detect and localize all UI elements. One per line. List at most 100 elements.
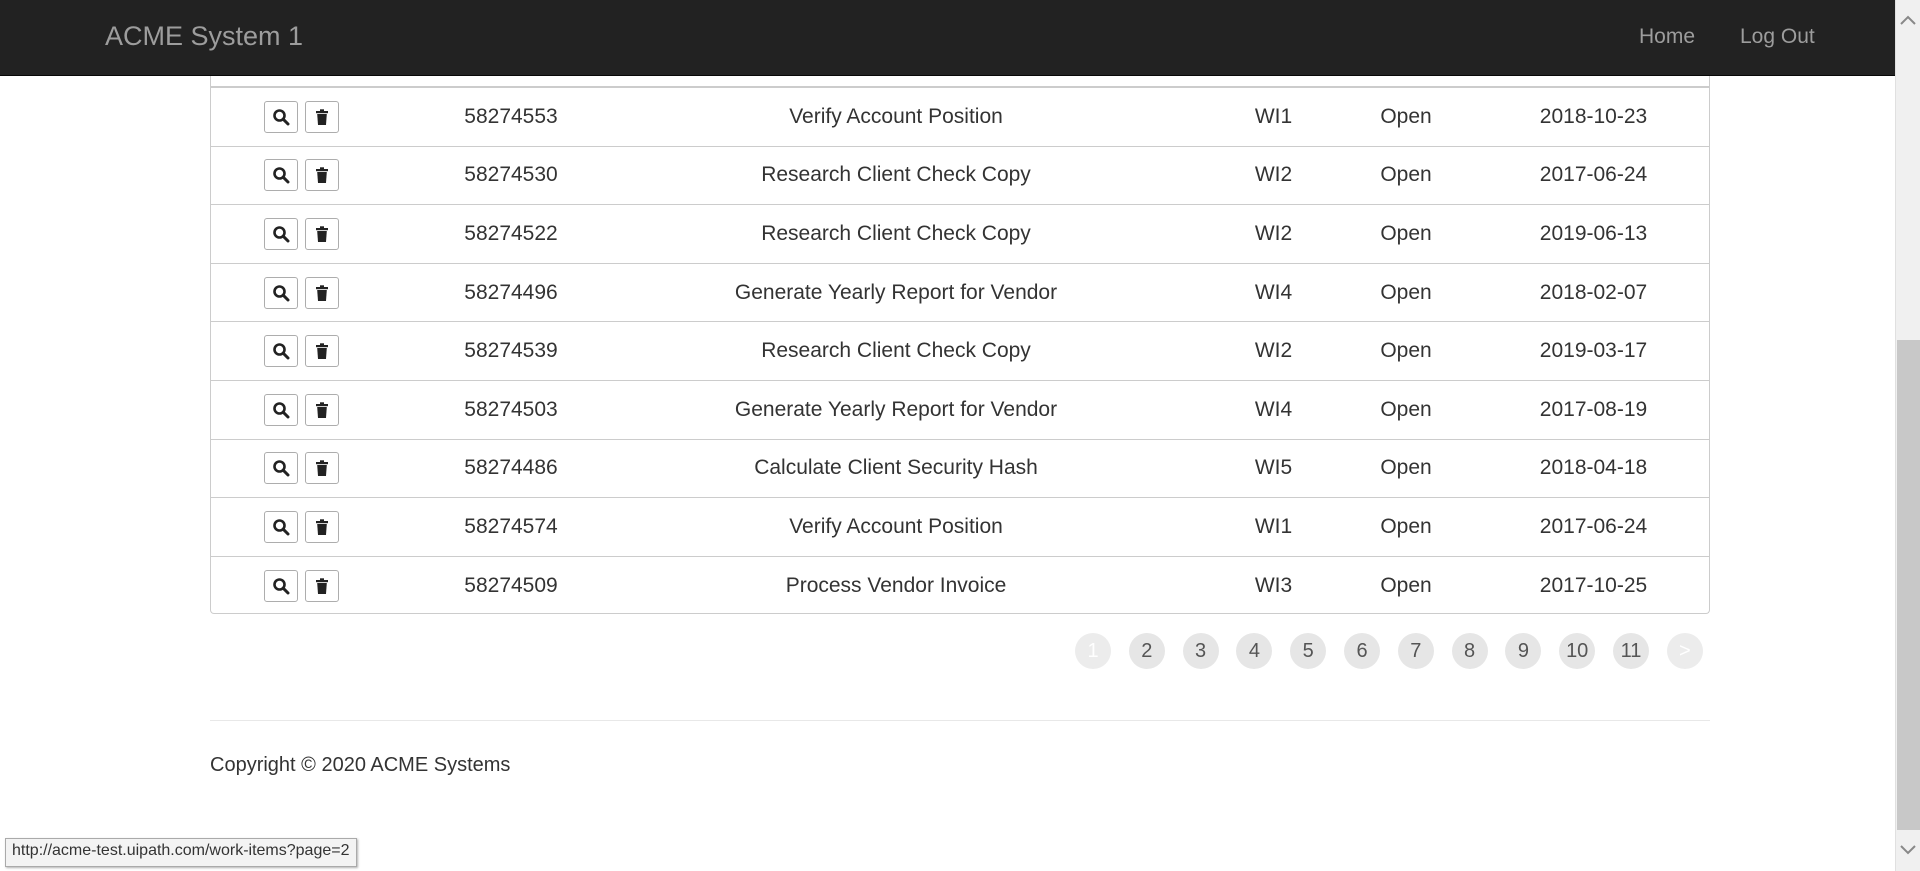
work-item-description: Research Client Check Copy bbox=[761, 221, 1031, 245]
pagination-next-button[interactable]: > bbox=[1666, 633, 1703, 669]
work-item-status: Open bbox=[1380, 397, 1432, 421]
work-item-status: Open bbox=[1380, 221, 1432, 245]
copyright-text: Copyright © 2020 ACME Systems bbox=[210, 754, 511, 776]
work-item-type: WI2 bbox=[1254, 339, 1293, 363]
work-item-date: 2017-06-24 bbox=[1539, 163, 1648, 187]
work-item-id: 58274530 bbox=[464, 163, 558, 187]
work-item-description: Generate Yearly Report for Vendor bbox=[734, 397, 1058, 421]
delete-button[interactable] bbox=[304, 159, 339, 192]
row-actions bbox=[211, 381, 391, 439]
work-item-description: Verify Account Position bbox=[789, 514, 1003, 538]
row-actions bbox=[211, 88, 391, 146]
pagination-page-1[interactable]: 1 bbox=[1075, 633, 1111, 669]
work-item-type: WI1 bbox=[1254, 104, 1293, 128]
work-item-id: 58274509 bbox=[464, 573, 558, 597]
search-icon bbox=[272, 225, 290, 243]
view-button[interactable] bbox=[263, 510, 298, 543]
pagination-page-8[interactable]: 8 bbox=[1451, 633, 1488, 669]
work-item-description: Calculate Client Security Hash bbox=[754, 456, 1038, 480]
pagination-page-4[interactable]: 4 bbox=[1236, 633, 1273, 669]
work-item-type: WI1 bbox=[1254, 514, 1293, 538]
work-item-date: 2017-08-19 bbox=[1539, 397, 1648, 421]
nav-logout-link[interactable]: Log Out bbox=[1740, 25, 1815, 49]
footer-divider bbox=[210, 720, 1710, 721]
search-icon bbox=[272, 401, 290, 419]
delete-button[interactable] bbox=[304, 452, 339, 485]
view-button[interactable] bbox=[263, 335, 298, 368]
trash-icon bbox=[313, 459, 331, 477]
search-icon bbox=[272, 518, 290, 536]
row-actions bbox=[211, 147, 391, 205]
work-item-type: WI5 bbox=[1254, 456, 1293, 480]
table-row: 58274522 Research Client Check Copy WI2 Ope… bbox=[211, 204, 1709, 263]
view-button[interactable] bbox=[263, 393, 298, 426]
delete-button[interactable] bbox=[304, 510, 339, 543]
work-item-description: Process Vendor Invoice bbox=[785, 573, 1007, 597]
work-item-description: Verify Account Position bbox=[789, 104, 1003, 128]
trash-icon bbox=[313, 518, 331, 536]
status-bar-url: http://acme-test.uipath.com/work-items?p… bbox=[5, 838, 357, 867]
table-row: 58274553 Verify Account Position WI1 Open 20… bbox=[211, 87, 1709, 146]
navbar: ACME System 1 Home Log Out bbox=[0, 0, 1895, 76]
pagination-page-9[interactable]: 9 bbox=[1505, 633, 1542, 669]
table-row: 58274503 Generate Yearly Report for Vendo… bbox=[211, 380, 1709, 439]
search-icon bbox=[272, 108, 290, 126]
delete-button[interactable] bbox=[304, 393, 339, 426]
row-actions bbox=[211, 205, 391, 263]
delete-button[interactable] bbox=[304, 100, 339, 133]
delete-button[interactable] bbox=[304, 276, 339, 309]
view-button[interactable] bbox=[263, 217, 298, 250]
delete-button[interactable] bbox=[304, 217, 339, 250]
pagination-page-10[interactable]: 10 bbox=[1559, 633, 1596, 669]
work-item-id: 58274553 bbox=[464, 104, 558, 128]
work-item-type: WI2 bbox=[1254, 163, 1293, 187]
pagination-page-2[interactable]: 2 bbox=[1128, 633, 1165, 669]
work-item-id: 58274574 bbox=[464, 514, 558, 538]
trash-icon bbox=[313, 284, 331, 302]
work-item-id: 58274522 bbox=[464, 221, 558, 245]
scroll-down-icon[interactable] bbox=[1896, 838, 1920, 862]
pagination-page-6[interactable]: 6 bbox=[1344, 633, 1380, 669]
trash-icon bbox=[313, 166, 331, 184]
pagination-page-3[interactable]: 3 bbox=[1182, 633, 1219, 669]
work-item-id: 58274486 bbox=[464, 456, 558, 480]
row-actions bbox=[211, 322, 391, 380]
trash-icon bbox=[313, 577, 331, 595]
nav-home-link[interactable]: Home bbox=[1639, 25, 1695, 49]
work-item-type: WI3 bbox=[1254, 573, 1293, 597]
table-row: 58274574 Verify Account Position WI1 Open 20… bbox=[211, 497, 1709, 556]
trash-icon bbox=[313, 225, 331, 243]
view-button[interactable] bbox=[263, 276, 298, 309]
search-icon bbox=[272, 284, 290, 302]
vertical-scrollbar[interactable] bbox=[1895, 0, 1920, 871]
search-icon bbox=[272, 459, 290, 477]
work-item-status: Open bbox=[1380, 280, 1432, 304]
work-item-description: Research Client Check Copy bbox=[761, 163, 1031, 187]
pagination-page-5[interactable]: 5 bbox=[1290, 633, 1327, 669]
view-button[interactable] bbox=[263, 452, 298, 485]
work-item-date: 2017-06-24 bbox=[1539, 514, 1648, 538]
table-row: 58274486 Calculate Client Security Hash WI… bbox=[211, 438, 1709, 498]
work-item-id: 58274539 bbox=[464, 339, 558, 363]
work-item-description: Generate Yearly Report for Vendor bbox=[734, 280, 1058, 304]
search-icon bbox=[272, 577, 290, 595]
view-button[interactable] bbox=[263, 569, 298, 602]
scroll-thumb[interactable] bbox=[1897, 340, 1920, 830]
pagination-page-7[interactable]: 7 bbox=[1397, 633, 1434, 669]
row-actions bbox=[211, 264, 391, 322]
row-actions bbox=[211, 557, 391, 613]
work-item-type: WI4 bbox=[1254, 280, 1293, 304]
view-button[interactable] bbox=[263, 100, 298, 133]
view-button[interactable] bbox=[263, 159, 298, 192]
scroll-up-icon[interactable] bbox=[1896, 8, 1920, 32]
table-row: 58274509 Process Vendor Invoice WI3 Open 201… bbox=[211, 555, 1709, 613]
delete-button[interactable] bbox=[304, 335, 339, 368]
trash-icon bbox=[313, 342, 331, 360]
pagination-page-11[interactable]: 11 bbox=[1613, 633, 1649, 669]
work-item-date: 2019-06-13 bbox=[1539, 221, 1648, 245]
brand-title[interactable]: ACME System 1 bbox=[105, 21, 303, 52]
work-item-date: 2018-04-18 bbox=[1539, 456, 1648, 480]
row-actions bbox=[211, 498, 391, 556]
delete-button[interactable] bbox=[304, 569, 339, 602]
work-item-status: Open bbox=[1380, 104, 1432, 128]
